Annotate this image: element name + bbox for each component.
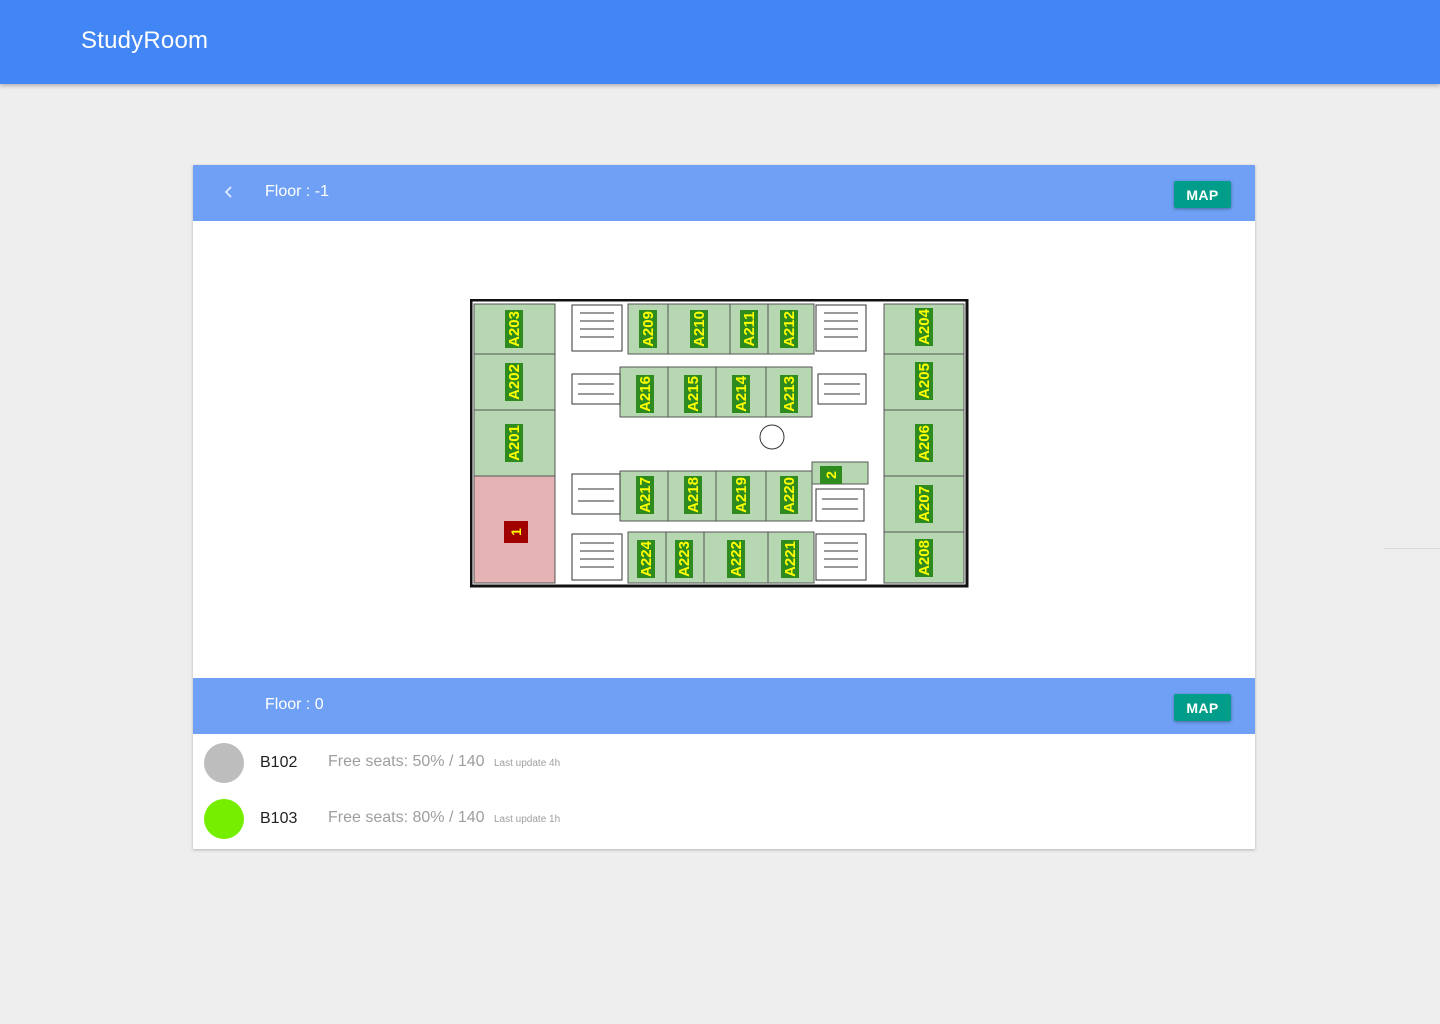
- svg-text:A221: A221: [782, 541, 799, 577]
- svg-text:A220: A220: [781, 477, 798, 513]
- svg-text:A215: A215: [685, 376, 702, 412]
- divider: [1384, 548, 1440, 549]
- back-button[interactable]: [218, 181, 240, 203]
- svg-text:A201: A201: [506, 425, 523, 461]
- svg-text:A211: A211: [741, 311, 758, 346]
- last-update: Last update 4h: [494, 758, 561, 769]
- floor-title: Floor : 0: [265, 696, 324, 713]
- status-indicator: [204, 799, 244, 839]
- svg-text:A219: A219: [733, 477, 750, 513]
- floors-card: Floor : -1 MAP A203 A202 A201 A209 A210 …: [193, 165, 1255, 849]
- svg-text:A223: A223: [676, 541, 693, 577]
- svg-text:A204: A204: [916, 308, 933, 345]
- room-row[interactable]: B102 Free seats: 50% / 140 Last update 4…: [193, 734, 1255, 791]
- marker-1[interactable]: 1: [504, 521, 528, 543]
- room-name: B102: [260, 754, 298, 771]
- last-update: Last update 1h: [494, 814, 561, 825]
- floor-title: Floor : -1: [265, 183, 330, 200]
- svg-text:A206: A206: [916, 425, 933, 461]
- svg-text:A208: A208: [916, 540, 933, 576]
- svg-text:A224: A224: [638, 540, 655, 577]
- app-bar: StudyRoom: [0, 0, 1440, 84]
- svg-text:2: 2: [823, 471, 839, 479]
- svg-text:A207: A207: [916, 486, 933, 522]
- floor-map-panel: A203 A202 A201 A209 A210 A211 A212 A204 …: [193, 221, 1255, 678]
- svg-text:A202: A202: [506, 364, 523, 400]
- floor-plan-map[interactable]: A203 A202 A201 A209 A210 A211 A212 A204 …: [470, 299, 970, 591]
- free-seats: Free seats: 50% / 140: [328, 753, 485, 770]
- app-title: StudyRoom: [81, 27, 209, 54]
- svg-text:A205: A205: [916, 363, 933, 399]
- svg-text:1: 1: [508, 528, 524, 536]
- status-indicator: [204, 743, 244, 783]
- svg-text:A210: A210: [691, 311, 708, 347]
- chevron-left-icon: [224, 186, 232, 198]
- svg-text:A217: A217: [637, 477, 654, 513]
- map-button[interactable]: MAP: [1174, 694, 1231, 721]
- svg-text:A213: A213: [781, 376, 798, 412]
- svg-text:A209: A209: [640, 311, 657, 347]
- svg-text:A222: A222: [728, 541, 745, 577]
- svg-text:A218: A218: [685, 477, 702, 513]
- room-name: B103: [260, 810, 298, 827]
- floor-header: Floor : 0 MAP: [193, 678, 1255, 734]
- map-button[interactable]: MAP: [1174, 181, 1231, 208]
- marker-2[interactable]: 2: [820, 466, 842, 484]
- svg-text:A212: A212: [781, 311, 798, 347]
- svg-text:A216: A216: [637, 376, 654, 412]
- svg-text:A203: A203: [506, 311, 523, 347]
- floor-header: Floor : -1 MAP: [193, 165, 1255, 221]
- free-seats: Free seats: 80% / 140: [328, 809, 485, 826]
- svg-text:A214: A214: [733, 375, 750, 412]
- room-row[interactable]: B103 Free seats: 80% / 140 Last update 1…: [193, 790, 1255, 849]
